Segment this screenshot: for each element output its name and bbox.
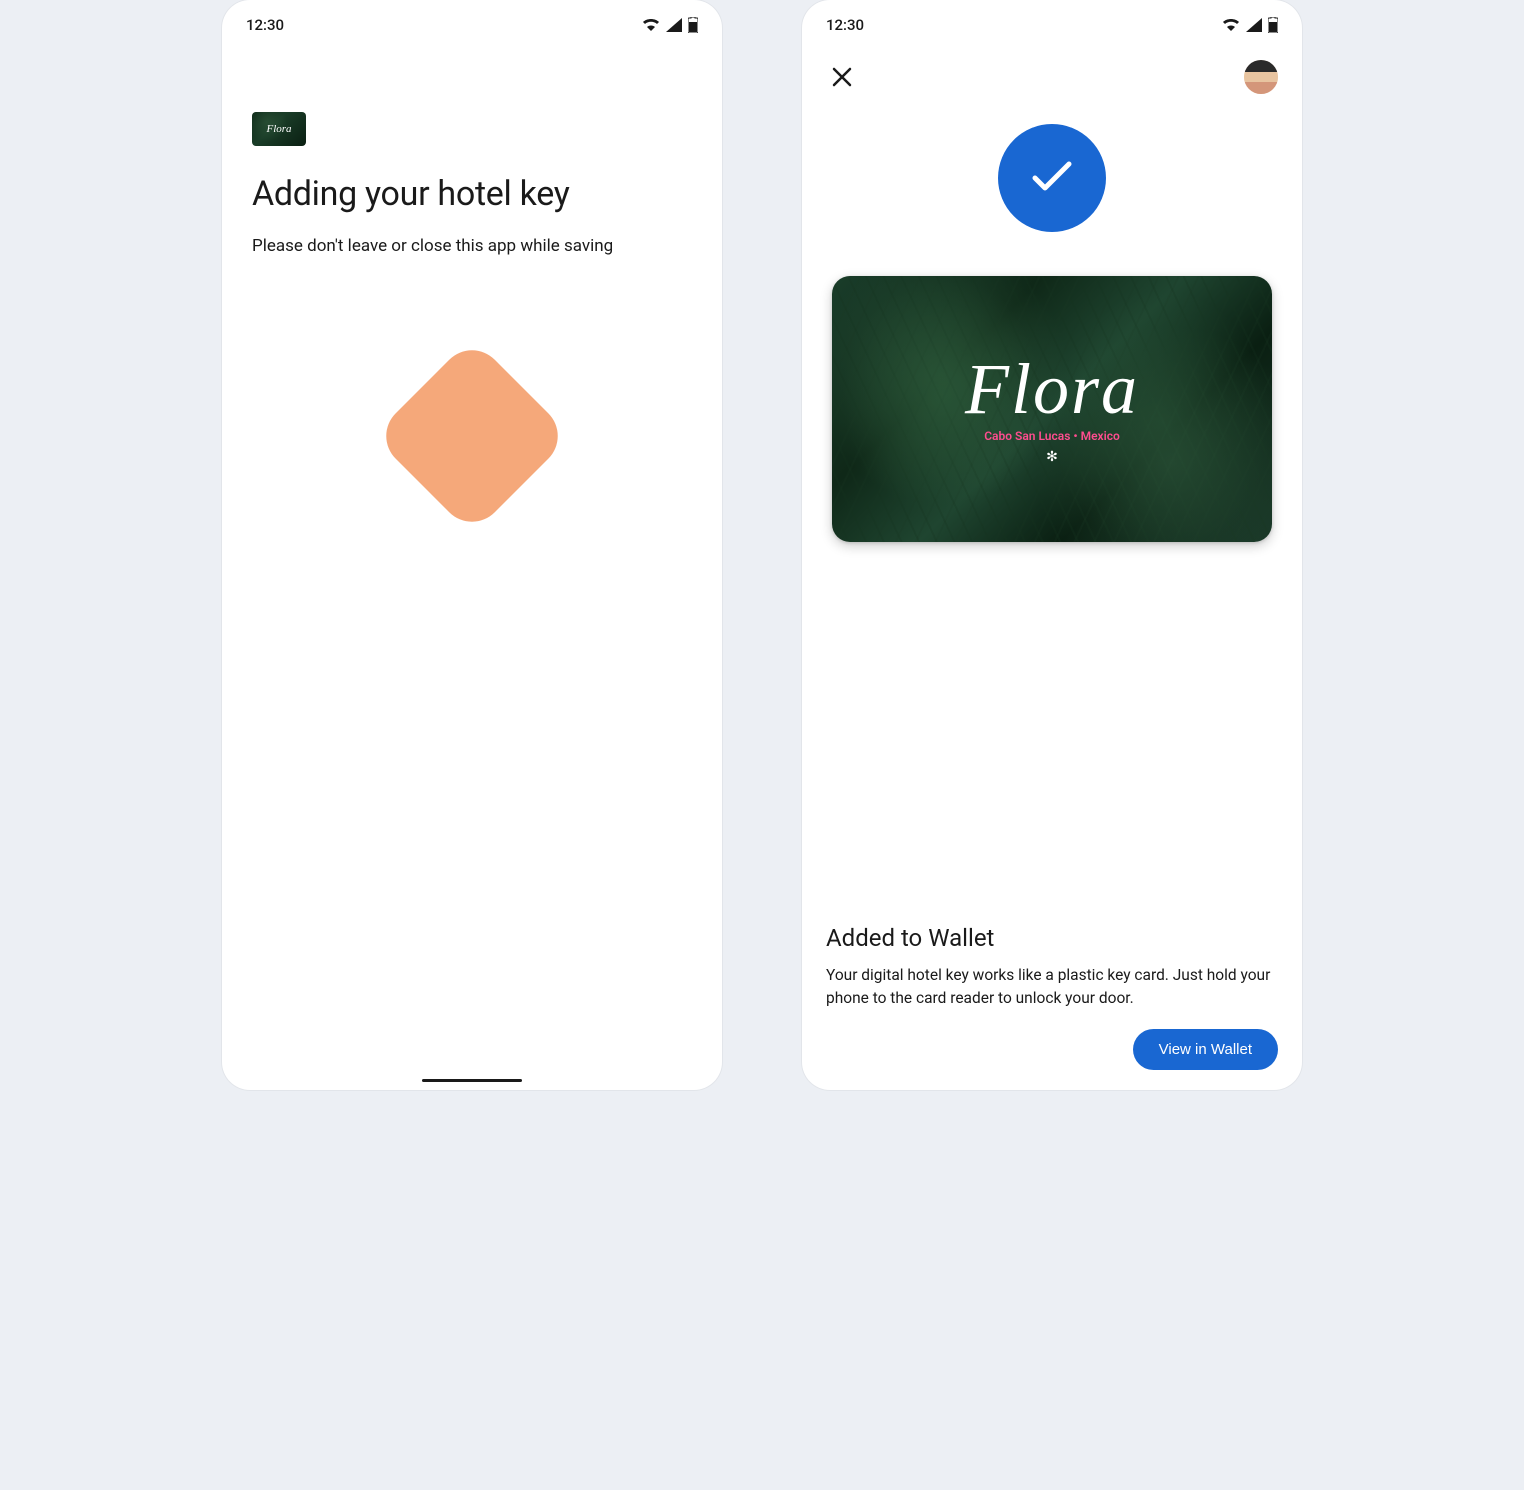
- header-bar: [802, 42, 1302, 94]
- cellular-icon: [1246, 18, 1262, 32]
- hotel-key-card: Flora Cabo San Lucas • Mexico ✻: [832, 276, 1272, 542]
- wifi-icon: [642, 18, 660, 32]
- mini-card-brand: Flora: [266, 123, 291, 135]
- adding-subtitle: Please don't leave or close this app whi…: [252, 236, 692, 256]
- added-title: Added to Wallet: [826, 924, 1278, 952]
- cellular-icon: [666, 18, 682, 32]
- battery-icon: [688, 17, 698, 33]
- hotel-location: Cabo San Lucas • Mexico: [984, 429, 1120, 443]
- hotel-brand-logo: Flora: [965, 353, 1139, 425]
- view-in-wallet-button[interactable]: View in Wallet: [1133, 1029, 1278, 1070]
- spark-icon: ✻: [1046, 449, 1058, 465]
- status-bar: 12:30: [802, 0, 1302, 42]
- success-badge: [998, 124, 1106, 232]
- battery-icon: [1268, 17, 1278, 33]
- adding-content: Flora Adding your hotel key Please don't…: [222, 42, 722, 506]
- home-indicator[interactable]: [422, 1079, 522, 1082]
- status-icons: [642, 17, 698, 33]
- status-icons: [1222, 17, 1278, 33]
- wifi-icon: [1222, 18, 1240, 32]
- avatar-image: [1244, 60, 1278, 94]
- phone-screen-adding: 12:30 Flora Adding your hotel key Please…: [222, 0, 722, 1090]
- hotel-mini-card: Flora: [252, 112, 306, 146]
- status-time: 12:30: [826, 16, 864, 34]
- added-section: Added to Wallet Your digital hotel key w…: [802, 924, 1302, 1011]
- checkmark-icon: [1027, 158, 1077, 198]
- status-time: 12:30: [246, 16, 284, 34]
- close-icon: [832, 67, 852, 87]
- added-content: Flora Cabo San Lucas • Mexico ✻: [802, 94, 1302, 542]
- profile-avatar[interactable]: [1244, 60, 1278, 94]
- adding-title: Adding your hotel key: [252, 174, 692, 214]
- loader-spinner-icon: [373, 337, 571, 535]
- close-button[interactable]: [826, 61, 858, 93]
- added-description: Your digital hotel key works like a plas…: [826, 964, 1278, 1011]
- loader-container: [252, 366, 692, 506]
- status-bar: 12:30: [222, 0, 722, 42]
- phone-screen-added: 12:30 Flora Cabo San Lucas • Mexico ✻ Ad…: [802, 0, 1302, 1090]
